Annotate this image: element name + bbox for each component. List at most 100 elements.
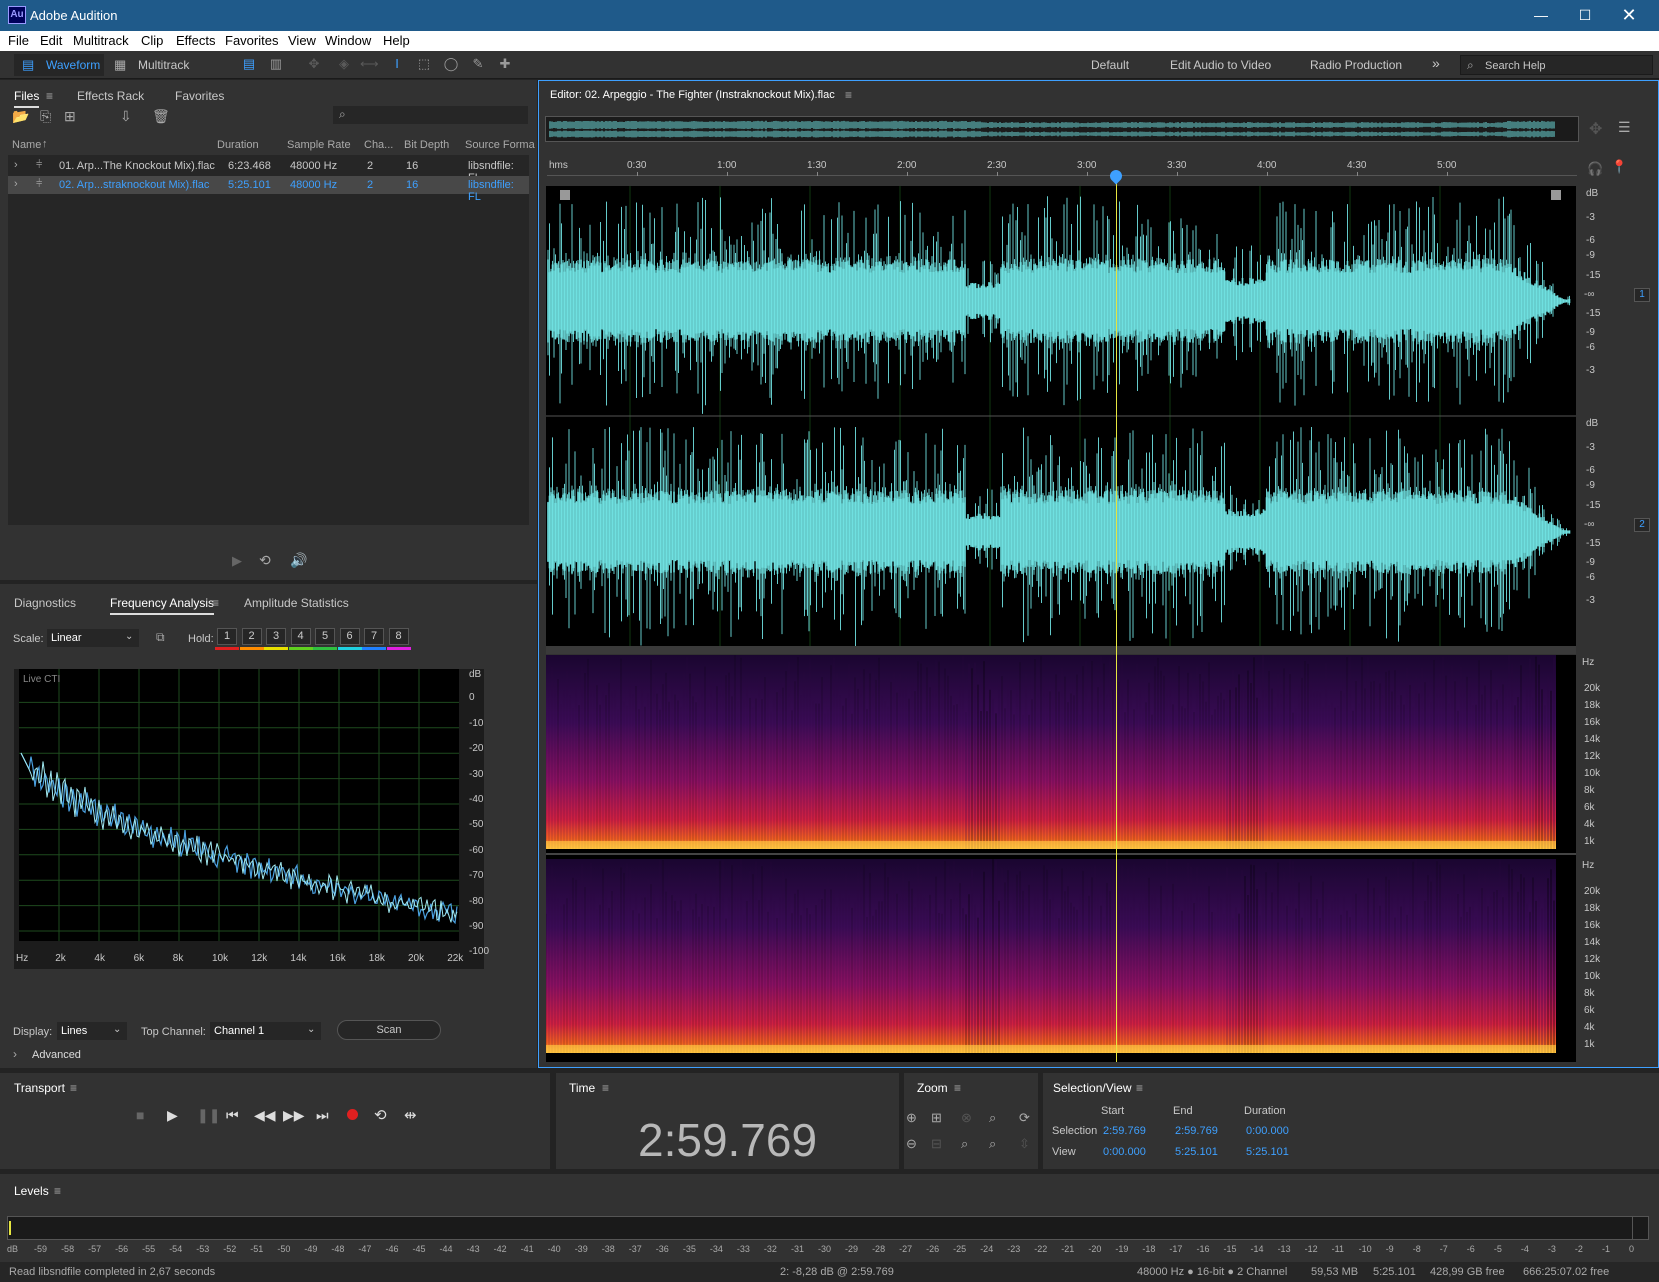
col-name[interactable]: Name: [12, 139, 41, 151]
channel-2-badge[interactable]: 2: [1634, 518, 1650, 532]
open-file-icon[interactable]: 📂: [12, 108, 29, 125]
channel-map-icon[interactable]: ☰: [1618, 119, 1631, 136]
show-waveform-icon[interactable]: ▤: [240, 56, 258, 72]
zoom-out-full-icon[interactable]: ⌕: [989, 1136, 996, 1152]
workspace-default[interactable]: Default: [1091, 58, 1129, 72]
spectral-display[interactable]: [545, 655, 1576, 1062]
menu-view[interactable]: View: [288, 33, 316, 48]
brush-tool-icon[interactable]: ✎: [469, 56, 487, 72]
top-channel-dropdown[interactable]: Channel 1 ⌄: [210, 1022, 321, 1040]
advanced-toggle[interactable]: Advanced: [32, 1049, 81, 1061]
zoom-to-selection-icon[interactable]: ⌕: [989, 1110, 996, 1126]
zoom-menu-icon[interactable]: ≡: [954, 1081, 961, 1095]
zoom-left-icon[interactable]: ⌕: [961, 1136, 968, 1152]
tab-frequency-analysis[interactable]: Frequency Analysis: [110, 596, 215, 615]
hold-button-4[interactable]: 4: [290, 628, 311, 645]
tab-effects-rack[interactable]: Effects Rack: [77, 89, 144, 103]
waveform-view-button[interactable]: ▤ Waveform: [14, 54, 104, 76]
pause-icon[interactable]: ❚❚: [197, 1107, 220, 1124]
view-duration[interactable]: 5:25.101: [1246, 1146, 1289, 1158]
hold-button-6[interactable]: 6: [339, 628, 360, 645]
hold-button-1[interactable]: 1: [217, 628, 237, 645]
previous-icon[interactable]: ⏮: [226, 1107, 239, 1124]
skip-selection-icon[interactable]: ⇹: [404, 1106, 417, 1124]
time-ruler[interactable]: hms 0:30 1:00 1:30 2:00 2:30 3:00 3:30 4:00 4:30 5…: [547, 160, 1577, 176]
scale-dropdown[interactable]: Linear ⌄: [47, 629, 139, 647]
hold-button-3[interactable]: 3: [266, 628, 286, 645]
zoom-out-amplitude-icon[interactable]: ⊖: [906, 1136, 917, 1152]
menu-edit[interactable]: Edit: [40, 33, 62, 48]
clip-indicator[interactable]: [1632, 1216, 1649, 1240]
razor-tool-icon[interactable]: ◈: [335, 56, 353, 72]
play-preview-icon[interactable]: ▶: [232, 553, 242, 569]
levels-menu-icon[interactable]: ≡: [54, 1184, 61, 1198]
zoom-in-point-icon[interactable]: ⊗: [961, 1110, 972, 1126]
time-selection-tool-icon[interactable]: I: [388, 56, 406, 72]
display-dropdown[interactable]: Lines ⌄: [57, 1022, 127, 1040]
maximize-icon[interactable]: ☐: [1563, 0, 1607, 31]
menu-file[interactable]: File: [8, 33, 29, 48]
show-spectral-icon[interactable]: ▥: [267, 56, 285, 72]
spot-healing-icon[interactable]: ✚: [496, 56, 514, 72]
menu-help[interactable]: Help: [383, 33, 410, 48]
delete-icon[interactable]: 🗑: [152, 108, 170, 125]
channel-1-badge[interactable]: 1: [1634, 288, 1650, 302]
loop-playback-icon[interactable]: ⟲: [374, 1106, 387, 1124]
workspace-radio-production[interactable]: Radio Production: [1310, 58, 1402, 72]
menu-multitrack[interactable]: Multitrack: [73, 33, 129, 48]
view-start[interactable]: 0:00.000: [1103, 1146, 1146, 1158]
advanced-chevron-icon[interactable]: ›: [13, 1047, 17, 1061]
tab-amplitude-statistics[interactable]: Amplitude Statistics: [244, 596, 349, 610]
new-file-icon[interactable]: ⊞: [64, 108, 76, 125]
fast-forward-icon[interactable]: ▶▶: [283, 1107, 305, 1124]
menu-favorites[interactable]: Favorites: [225, 33, 278, 48]
zoom-in-amplitude-icon[interactable]: ⊕: [906, 1110, 917, 1126]
hold-button-8[interactable]: 8: [388, 628, 409, 645]
selection-view-menu-icon[interactable]: ≡: [1136, 1081, 1143, 1095]
col-sample-rate[interactable]: Sample Rate: [287, 139, 351, 151]
zoom-center-icon[interactable]: ✥: [1589, 119, 1602, 139]
tab-diagnostics[interactable]: Diagnostics: [14, 596, 76, 610]
col-source-format[interactable]: Source Forma: [465, 139, 535, 151]
zoom-tracks-icon[interactable]: ⇳: [1019, 1136, 1030, 1152]
playhead[interactable]: [1115, 172, 1117, 1062]
import-file-icon[interactable]: ⎘: [40, 108, 51, 125]
overview-navigator[interactable]: [545, 116, 1579, 142]
zoom-out-time-icon[interactable]: ⊟: [931, 1136, 942, 1152]
col-duration[interactable]: Duration: [217, 139, 259, 151]
zoom-reset-icon[interactable]: ⟳: [1019, 1110, 1030, 1126]
next-icon[interactable]: ⏭: [316, 1107, 329, 1124]
menu-window[interactable]: Window: [325, 33, 371, 48]
tab-favorites[interactable]: Favorites: [175, 89, 224, 103]
lasso-tool-icon[interactable]: ◯: [442, 56, 460, 72]
waveform-display[interactable]: [546, 186, 1576, 647]
slip-tool-icon[interactable]: ⟷: [360, 56, 379, 72]
file-row[interactable]: › ⫩ 02. Arp...straknockout Mix).flac 5:2…: [8, 176, 529, 203]
search-help-input[interactable]: ⌕ Search Help: [1460, 55, 1653, 75]
stop-icon[interactable]: ■: [136, 1107, 144, 1123]
more-workspaces-button[interactable]: »: [1432, 55, 1440, 71]
loop-preview-icon[interactable]: ⟲: [259, 552, 271, 569]
view-end[interactable]: 5:25.101: [1175, 1146, 1218, 1158]
selection-end[interactable]: 2:59.769: [1175, 1125, 1218, 1137]
selection-duration[interactable]: 0:00.000: [1246, 1125, 1289, 1137]
selection-start[interactable]: 2:59.769: [1103, 1125, 1146, 1137]
col-bit-depth[interactable]: Bit Depth: [404, 139, 449, 151]
auto-play-icon[interactable]: 🔊: [290, 552, 307, 569]
tab-files[interactable]: Files: [14, 89, 40, 108]
menu-clip[interactable]: Clip: [141, 33, 163, 48]
files-filter-input[interactable]: ⌕: [333, 106, 528, 124]
minimize-icon[interactable]: —: [1519, 0, 1563, 31]
workspace-edit-audio-to-video[interactable]: Edit Audio to Video: [1170, 58, 1271, 72]
scan-button[interactable]: Scan: [337, 1020, 441, 1040]
insert-into-multitrack-icon[interactable]: ⇩: [120, 108, 132, 125]
time-menu-icon[interactable]: ≡: [602, 1081, 609, 1095]
headphones-icon[interactable]: 🎧: [1587, 161, 1603, 177]
col-channels[interactable]: Cha...: [364, 139, 393, 151]
hold-button-7[interactable]: 7: [364, 628, 384, 645]
marquee-tool-icon[interactable]: ⬚: [415, 56, 433, 72]
menu-effects[interactable]: Effects: [176, 33, 216, 48]
editor-menu-icon[interactable]: ≡: [845, 88, 852, 102]
zoom-in-time-icon[interactable]: ⊞: [931, 1110, 942, 1126]
expand-chevron-icon[interactable]: ›: [14, 178, 18, 190]
